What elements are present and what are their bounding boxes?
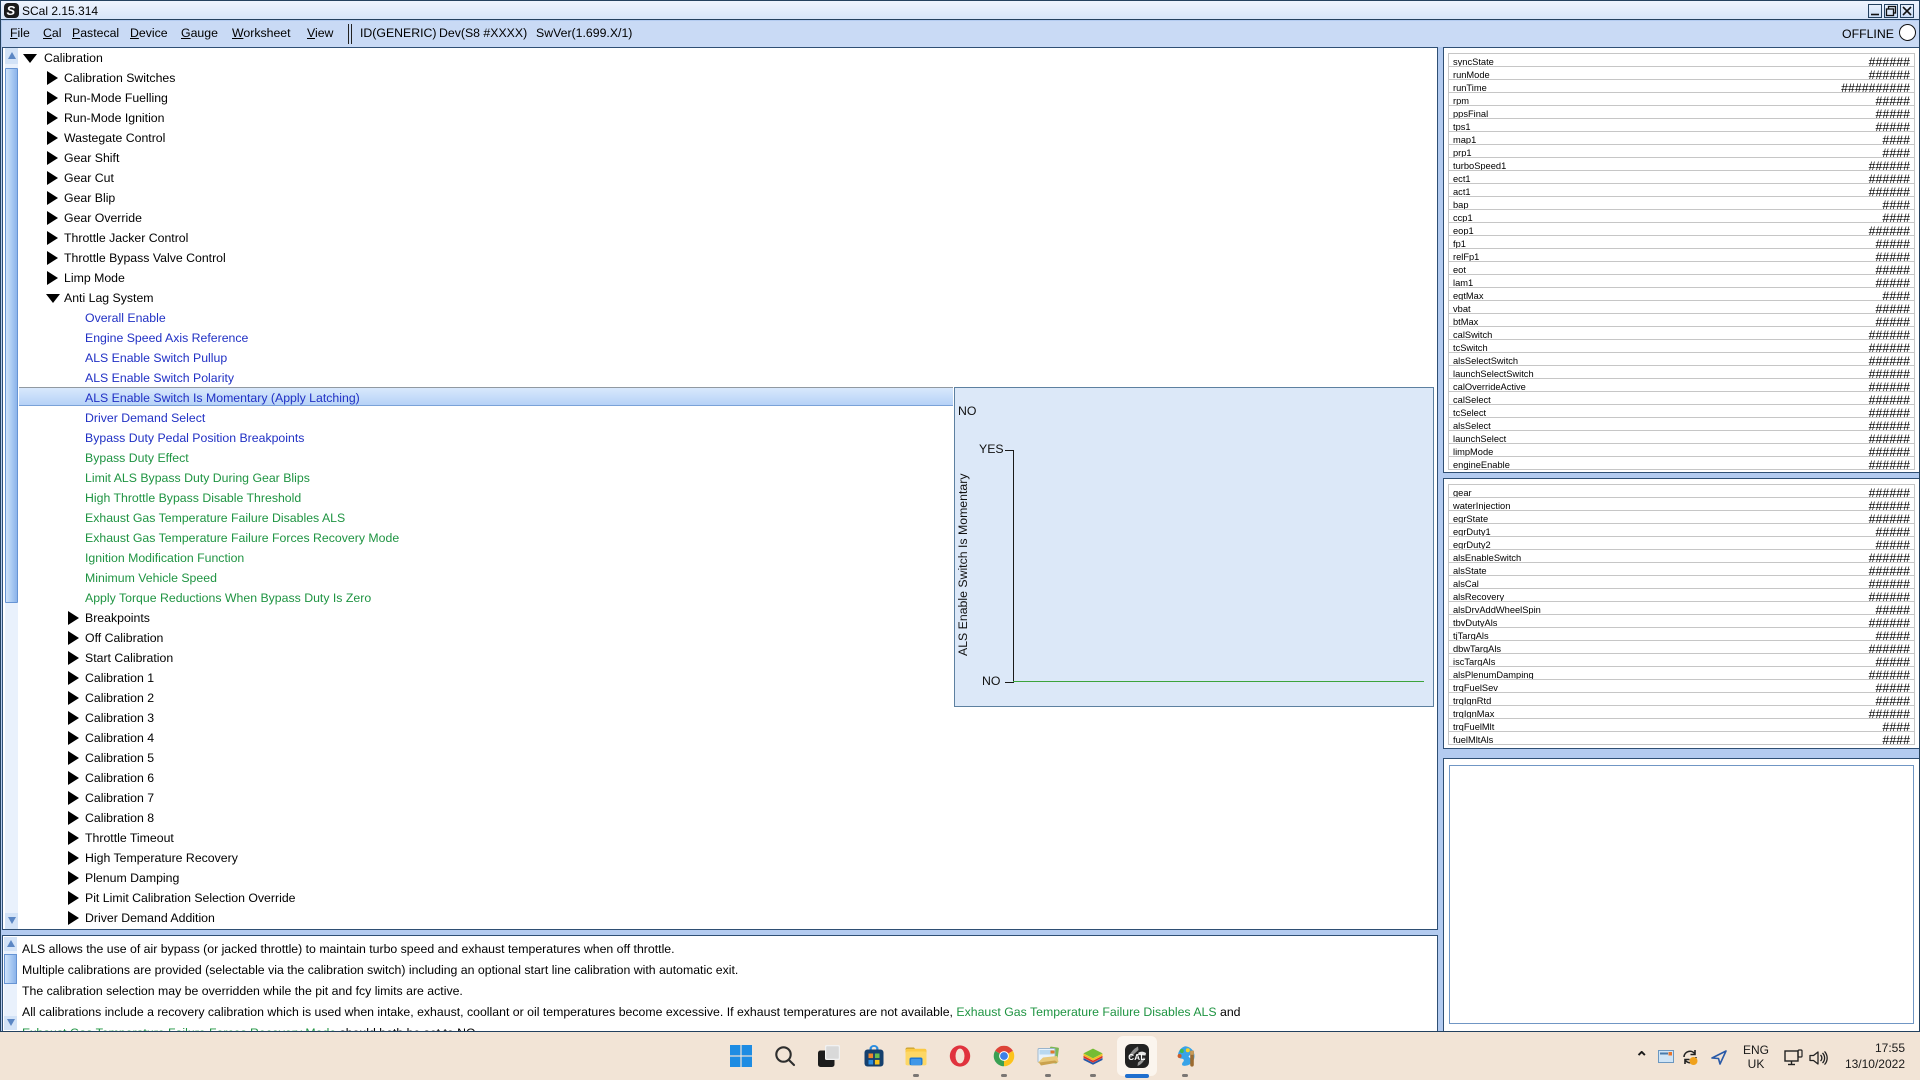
svg-text:CAL: CAL <box>1128 1053 1145 1062</box>
